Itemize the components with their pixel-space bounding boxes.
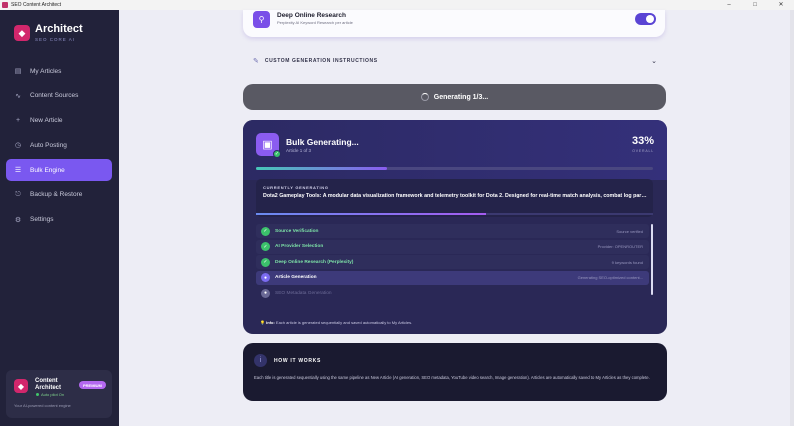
sidebar-item-label: My Articles	[30, 67, 62, 75]
sidebar-item-my-articles[interactable]: ▤ My Articles	[6, 60, 112, 82]
how-it-works-text: Each title is generated sequentially usi…	[254, 375, 650, 380]
check-icon: ✓	[261, 257, 270, 267]
research-subtitle: Perplexity AI Keyword Research per artic…	[277, 20, 353, 25]
sidebar-nav: ▤ My Articles ∿ Content Sources + New Ar…	[6, 60, 112, 234]
pending-icon: ●	[261, 288, 270, 298]
plus-icon: +	[15, 117, 21, 125]
promo-caption: Your AI-powered content engine	[14, 403, 71, 408]
brand-logo-icon: ◆	[14, 25, 30, 41]
sidebar-item-new-article[interactable]: + New Article	[6, 110, 112, 132]
promo-title: Content Architect	[35, 378, 62, 391]
autopilot-status: Auto pilot On	[36, 392, 64, 397]
check-icon: ✓	[273, 150, 281, 158]
sidebar-item-label: Backup & Restore	[30, 191, 83, 199]
bulk-subtitle: Article 1 of 3	[286, 148, 312, 153]
backup-icon: ⎋	[15, 190, 21, 198]
overall-progress-bar	[256, 167, 653, 170]
brand: ◆ Architect SEO CORE AI	[14, 24, 83, 42]
close-icon[interactable]: ✕	[768, 0, 794, 10]
deep-research-toggle[interactable]	[635, 13, 656, 25]
deep-research-card: ⚲ Deep Online Research Perplexity AI Key…	[243, 10, 665, 37]
info-note: 💡 Info: Each article is generated sequen…	[260, 320, 413, 325]
brand-name: Architect	[35, 23, 83, 35]
sidebar-item-label: Settings	[30, 216, 54, 224]
spinner-icon	[420, 93, 429, 101]
sidebar-item-bulk-engine[interactable]: ☰ Bulk Engine	[6, 159, 112, 182]
window-titlebar: SEO Content Architect – □ ✕	[0, 0, 794, 10]
sidebar: ◆ Architect SEO CORE AI ▤ My Articles ∿ …	[0, 10, 119, 426]
sidebar-item-label: New Article	[30, 117, 63, 125]
check-icon: ✓	[261, 226, 270, 236]
status-dot-icon	[36, 393, 39, 396]
sidebar-item-backup-restore[interactable]: ⎋ Backup & Restore	[6, 184, 112, 206]
step-ai-provider-selection: ✓ AI Provider Selection Provider: OPENRO…	[256, 239, 649, 254]
document-icon: ▤	[14, 68, 22, 75]
step-deep-online-research: ✓ Deep Online Research (Perplexity) 9 ke…	[256, 255, 649, 269]
research-title: Deep Online Research	[277, 12, 346, 19]
premium-badge: PREMIUM	[79, 381, 106, 389]
current-article-title: Dota2 Gameplay Tools: A modular data vis…	[263, 193, 648, 199]
main-scrollbar[interactable]	[790, 10, 794, 426]
article-progress-fill	[256, 213, 487, 215]
currently-generating-label: CURRENTLY GENERATING	[263, 185, 329, 190]
step-article-generation: ● Article Generation Generating SEO-opti…	[256, 270, 649, 285]
how-it-works-title: HOW IT WORKS	[274, 358, 322, 364]
overall-progress-fill	[256, 167, 387, 170]
pipeline-steps: ✓ Source Verification Source verified ✓ …	[256, 224, 653, 306]
promo-logo-icon: ◆	[14, 379, 28, 393]
bulk-progress-card: ▣ ✓ Bulk Generating... Article 1 of 3 33…	[243, 120, 667, 334]
chevron-down-icon[interactable]: ⌄	[651, 57, 657, 65]
minimize-icon[interactable]: –	[716, 0, 742, 10]
clock-icon: ◷	[14, 142, 22, 150]
generate-button[interactable]: Generating 1/3...	[243, 84, 666, 110]
bulk-title: Bulk Generating...	[286, 137, 359, 147]
sidebar-item-label: Bulk Engine	[30, 166, 65, 174]
steps-scrollbar[interactable]	[651, 224, 653, 295]
generate-button-label: Generating 1/3...	[433, 93, 489, 101]
step-source-verification: ✓ Source Verification Source verified	[256, 224, 649, 238]
how-it-works-card: i HOW IT WORKS Each title is generated s…	[243, 343, 667, 401]
list-icon: ☰	[14, 167, 22, 175]
window-title: SEO Content Architect	[11, 2, 62, 8]
app-icon	[2, 2, 8, 8]
sidebar-item-content-sources[interactable]: ∿ Content Sources	[6, 85, 112, 107]
toggle-knob	[646, 15, 654, 23]
brand-subtitle: SEO CORE AI	[35, 37, 76, 42]
overall-label: OVERALL	[632, 149, 654, 153]
promo-card: ◆ Content Architect PREMIUM Auto pilot O…	[6, 370, 112, 418]
sidebar-item-settings[interactable]: ⚙ Settings	[6, 209, 112, 231]
search-icon: ⚲	[253, 11, 270, 28]
gear-icon: ⚙	[14, 216, 22, 224]
sidebar-item-auto-posting[interactable]: ◷ Auto Posting	[6, 134, 112, 156]
currently-generating-box: CURRENTLY GENERATING Dota2 Gameplay Tool…	[256, 179, 653, 217]
maximize-icon[interactable]: □	[742, 0, 768, 10]
check-icon: ✓	[261, 242, 270, 251]
article-progress-bar	[256, 213, 653, 215]
step-seo-metadata-generation: ● SEO Metadata Generation	[256, 286, 649, 300]
window-controls: – □ ✕	[716, 0, 794, 10]
custom-instructions-label: CUSTOM GENERATION INSTRUCTIONS	[264, 58, 378, 64]
rss-icon: ∿	[15, 92, 21, 100]
overall-percent: 33%	[631, 135, 654, 147]
custom-instructions-row[interactable]: ✎ CUSTOM GENERATION INSTRUCTIONS ⌄	[243, 53, 665, 69]
sidebar-item-label: Content Sources	[30, 92, 79, 100]
info-icon: i	[254, 354, 267, 367]
sidebar-item-label: Auto Posting	[30, 141, 67, 149]
lightbulb-icon: 💡	[260, 320, 265, 325]
edit-icon: ✎	[253, 58, 259, 65]
main-content: ⚲ Deep Online Research Perplexity AI Key…	[119, 10, 794, 426]
loading-icon: ●	[261, 273, 270, 282]
